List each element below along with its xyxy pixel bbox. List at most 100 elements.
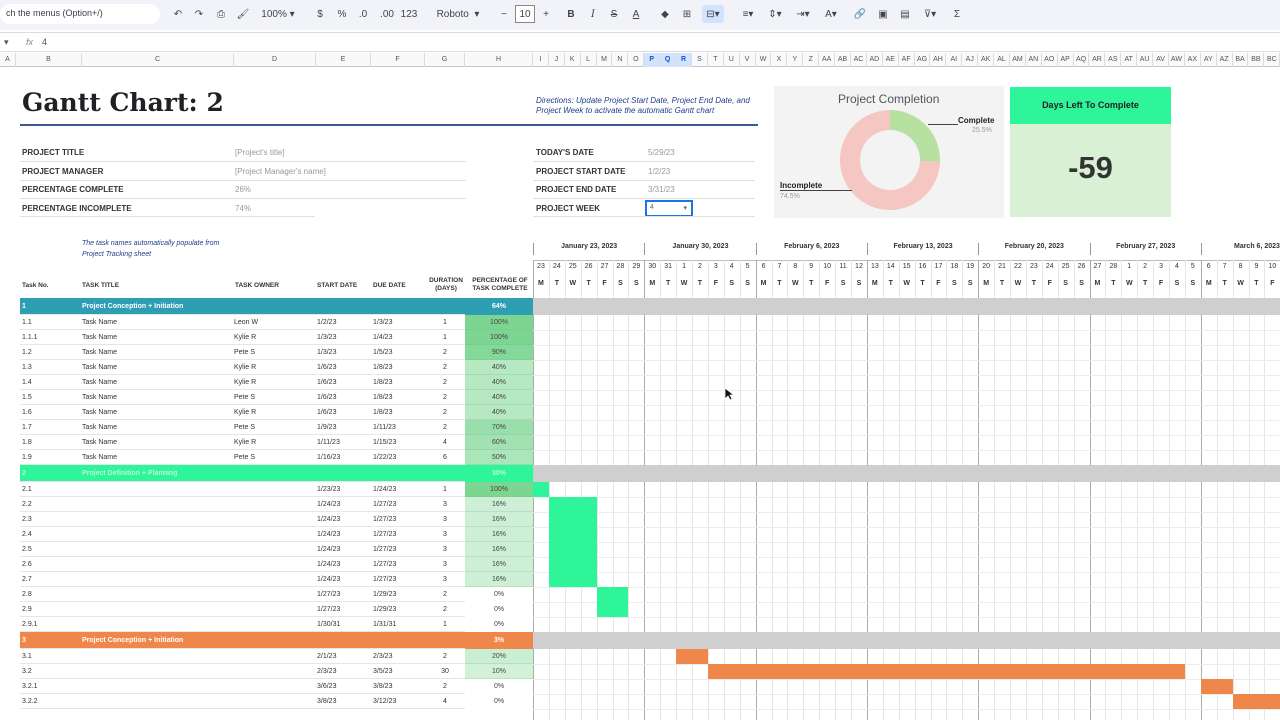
task-row[interactable]: 1.1 Task Name Leon W 1/2/23 1/3/23 1 100% bbox=[20, 315, 533, 330]
vertical-align-icon[interactable]: ⇕▾ bbox=[764, 5, 786, 23]
column-header[interactable]: AA bbox=[819, 53, 836, 67]
task-row[interactable]: 2.9.1 1/30/31 1/31/31 1 0% bbox=[20, 617, 533, 632]
font-size-decrease-button[interactable]: − bbox=[497, 5, 511, 23]
task-row[interactable]: 3.2.2 3/8/23 3/12/23 4 0% bbox=[20, 694, 533, 709]
column-header[interactable]: AF bbox=[899, 53, 915, 67]
column-header[interactable]: T bbox=[708, 53, 724, 67]
task-row[interactable]: 2.7 1/24/23 1/27/23 3 16% bbox=[20, 572, 533, 587]
column-header[interactable]: AW bbox=[1169, 53, 1185, 67]
column-header[interactable]: AJ bbox=[962, 53, 979, 67]
column-header[interactable]: H bbox=[465, 53, 533, 67]
column-header[interactable]: AT bbox=[1121, 53, 1138, 67]
column-header[interactable]: AN bbox=[1026, 53, 1042, 67]
column-header[interactable]: AM bbox=[1010, 53, 1026, 67]
print-icon[interactable]: ⎙ bbox=[213, 5, 229, 23]
undo-icon[interactable]: ↶ bbox=[170, 5, 186, 23]
column-header[interactable]: AS bbox=[1105, 53, 1122, 67]
column-header[interactable]: AO bbox=[1042, 53, 1058, 67]
column-header[interactable]: P bbox=[644, 53, 661, 67]
decrease-decimal-button[interactable]: .0 bbox=[355, 5, 371, 23]
currency-format-button[interactable]: $ bbox=[313, 5, 327, 23]
gantt-bar[interactable] bbox=[1200, 679, 1233, 694]
task-row[interactable]: 1.7 Task Name Pete S 1/9/23 1/11/23 2 70% bbox=[20, 420, 533, 435]
column-header[interactable]: AE bbox=[883, 53, 899, 67]
column-header[interactable]: B bbox=[16, 53, 82, 67]
column-header[interactable]: Z bbox=[803, 53, 820, 67]
font-select[interactable]: Roboto ▾ bbox=[430, 5, 486, 23]
name-box-dropdown-icon[interactable]: ▾ bbox=[4, 37, 9, 48]
column-header[interactable]: AC bbox=[851, 53, 867, 67]
gantt-bar[interactable] bbox=[548, 572, 597, 587]
column-header[interactable]: AP bbox=[1058, 53, 1074, 67]
column-header[interactable]: Y bbox=[787, 53, 804, 67]
column-header[interactable]: AY bbox=[1201, 53, 1217, 67]
insert-comment-icon[interactable]: ▣ bbox=[875, 5, 891, 23]
task-row[interactable]: 2.1 1/23/23 1/24/23 1 100% bbox=[20, 482, 533, 497]
task-row[interactable]: 2.2 1/24/23 1/27/23 3 16% bbox=[20, 497, 533, 512]
text-wrap-icon[interactable]: ⇥▾ bbox=[792, 5, 814, 23]
column-header[interactable]: E bbox=[316, 53, 371, 67]
gantt-bar[interactable] bbox=[533, 482, 549, 497]
task-row[interactable]: 1.2 Task Name Pete S 1/3/23 1/5/23 2 90% bbox=[20, 345, 533, 360]
column-header[interactable]: BC bbox=[1264, 53, 1280, 67]
zoom-select[interactable]: 100% ▾ bbox=[256, 5, 300, 23]
fill-color-icon[interactable]: ◆ bbox=[658, 5, 672, 23]
task-row[interactable]: 1.6 Task Name Kylie R 1/6/23 1/8/23 2 40% bbox=[20, 405, 533, 420]
column-header[interactable]: AZ bbox=[1217, 53, 1233, 67]
text-rotation-icon[interactable]: A▾ bbox=[820, 5, 842, 23]
end-date-value[interactable]: 3/31/23 bbox=[648, 185, 675, 194]
start-date-value[interactable]: 1/2/23 bbox=[648, 167, 670, 176]
gantt-bar[interactable] bbox=[548, 512, 597, 527]
horizontal-align-icon[interactable]: ≡▾ bbox=[737, 5, 759, 23]
column-header[interactable]: BA bbox=[1233, 53, 1249, 67]
task-row[interactable]: 2.8 1/27/23 1/29/23 2 0% bbox=[20, 587, 533, 602]
insert-link-icon[interactable]: 🔗 bbox=[852, 5, 868, 23]
column-header[interactable]: R bbox=[676, 53, 692, 67]
column-header[interactable]: AI bbox=[946, 53, 963, 67]
column-header[interactable]: G bbox=[425, 53, 465, 67]
column-header[interactable]: N bbox=[613, 53, 629, 67]
merge-cells-icon[interactable]: ⊟▾ bbox=[702, 5, 724, 23]
task-row[interactable]: 2.3 1/24/23 1/27/23 3 16% bbox=[20, 512, 533, 527]
redo-icon[interactable]: ↷ bbox=[191, 5, 207, 23]
task-row[interactable]: 2.6 1/24/23 1/27/23 3 16% bbox=[20, 557, 533, 572]
column-header[interactable]: L bbox=[581, 53, 597, 67]
column-header[interactable]: BB bbox=[1249, 53, 1265, 67]
menu-search-input[interactable]: ch the menus (Option+/) bbox=[0, 4, 160, 24]
task-row[interactable]: 1.4 Task Name Kylie R 1/6/23 1/8/23 2 40% bbox=[20, 375, 533, 390]
project-week-select[interactable]: 4 ▾ bbox=[645, 200, 693, 217]
task-row[interactable]: 1.3 Task Name Kylie R 1/6/23 1/8/23 2 40% bbox=[20, 360, 533, 375]
task-row[interactable]: 1.9 Task Name Pete S 1/16/23 1/22/23 6 50% bbox=[20, 450, 533, 465]
column-header[interactable]: S bbox=[692, 53, 708, 67]
task-row[interactable]: 1.1.1 Task Name Kylie R 1/3/23 1/4/23 1 100% bbox=[20, 330, 533, 345]
project-title-value[interactable]: [Project's title] bbox=[235, 148, 285, 157]
task-row[interactable]: 2.9 1/27/23 1/29/23 2 0% bbox=[20, 602, 533, 617]
font-size-input[interactable]: 10 bbox=[515, 5, 535, 23]
gantt-bar[interactable] bbox=[596, 587, 629, 602]
column-header[interactable]: AK bbox=[978, 53, 995, 67]
column-header[interactable]: X bbox=[772, 53, 788, 67]
gantt-bar[interactable] bbox=[1232, 694, 1280, 709]
gantt-bar[interactable] bbox=[548, 542, 597, 557]
column-header[interactable]: AX bbox=[1185, 53, 1201, 67]
paint-format-icon[interactable]: 🖌 bbox=[235, 5, 251, 23]
gantt-bar[interactable] bbox=[596, 602, 629, 617]
column-header[interactable]: F bbox=[371, 53, 425, 67]
filter-icon[interactable]: ⊽▾ bbox=[919, 5, 941, 23]
increase-decimal-button[interactable]: .00 bbox=[378, 5, 396, 23]
column-header[interactable]: U bbox=[724, 53, 740, 67]
more-formats-button[interactable]: 123 bbox=[400, 5, 418, 23]
strikethrough-icon[interactable]: S bbox=[607, 5, 621, 23]
column-header[interactable]: O bbox=[628, 53, 645, 67]
insert-chart-icon[interactable]: ▤ bbox=[897, 5, 913, 23]
column-header[interactable]: D bbox=[234, 53, 316, 67]
column-header[interactable]: K bbox=[565, 53, 581, 67]
gantt-bar[interactable] bbox=[548, 557, 597, 572]
borders-icon[interactable]: ⊞ bbox=[680, 5, 694, 23]
task-row[interactable]: 2.5 1/24/23 1/27/23 3 16% bbox=[20, 542, 533, 557]
bold-icon[interactable]: B bbox=[564, 5, 578, 23]
column-header[interactable]: A bbox=[0, 53, 16, 67]
gantt-bar[interactable] bbox=[548, 497, 597, 512]
column-header[interactable]: AL bbox=[994, 53, 1010, 67]
gantt-bar[interactable] bbox=[707, 664, 1185, 679]
